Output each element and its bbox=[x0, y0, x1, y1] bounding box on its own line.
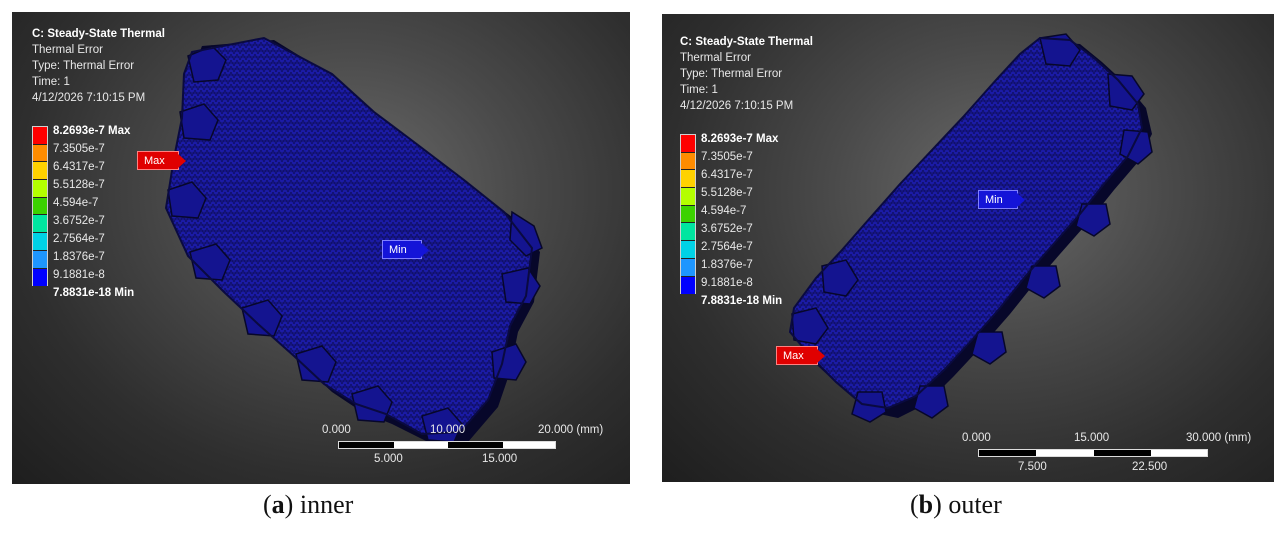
legend-label-max: 8.2693e-7 Max bbox=[53, 125, 131, 137]
legend-label: 3.6752e-7 bbox=[53, 215, 105, 227]
legend-swatch bbox=[681, 152, 695, 171]
legend-label: 2.7564e-7 bbox=[701, 241, 753, 253]
legend-swatch bbox=[681, 188, 695, 206]
legend-swatch bbox=[33, 197, 47, 216]
result-info-block: C: Steady-State Thermal Thermal Error Ty… bbox=[680, 34, 813, 114]
result-name: Thermal Error bbox=[32, 44, 103, 56]
legend-label: 4.594e-7 bbox=[53, 197, 99, 209]
legend-label: 9.1881e-8 bbox=[701, 277, 753, 289]
min-probe-label[interactable]: Min bbox=[978, 190, 1025, 209]
legend-label: 7.3505e-7 bbox=[701, 151, 753, 163]
legend-swatch bbox=[681, 241, 695, 259]
result-time: Time: 1 bbox=[32, 76, 70, 88]
caption-letter: b bbox=[918, 490, 934, 519]
scale-tick-label: 7.500 bbox=[1018, 461, 1047, 473]
legend-color-bar bbox=[32, 126, 48, 287]
legend-label: 7.3505e-7 bbox=[53, 143, 105, 155]
legend-label: 3.6752e-7 bbox=[701, 223, 753, 235]
result-time: Time: 1 bbox=[680, 84, 718, 96]
legend-swatch bbox=[33, 250, 47, 269]
scale-tick-label: 22.500 bbox=[1132, 461, 1168, 473]
legend-label: 2.7564e-7 bbox=[53, 233, 105, 245]
result-timestamp: 4/12/2026 7:10:15 PM bbox=[32, 92, 146, 104]
legend-swatch bbox=[681, 170, 695, 189]
legend-swatch bbox=[681, 258, 695, 277]
legend-swatch bbox=[681, 135, 695, 153]
analysis-title: C: Steady-State Thermal bbox=[680, 36, 813, 48]
scale-track bbox=[978, 449, 1208, 457]
legend-label-min: 7.8831e-18 Min bbox=[701, 295, 783, 307]
legend-swatch bbox=[33, 180, 47, 198]
legend-label: 9.1881e-8 bbox=[53, 269, 105, 281]
caption-text: inner bbox=[299, 490, 354, 519]
scale-tick-label: 10.000 bbox=[430, 424, 466, 436]
result-name: Thermal Error bbox=[680, 52, 751, 64]
legend-label-max: 8.2693e-7 Max bbox=[701, 133, 779, 145]
legend-swatch bbox=[33, 162, 47, 181]
caption-text: outer bbox=[948, 490, 1002, 519]
scale-tick-label: 30.000 (mm) bbox=[1186, 432, 1252, 444]
result-viewport-outer[interactable]: C: Steady-State Thermal Thermal Error Ty… bbox=[662, 14, 1274, 482]
figure-caption-b: (b) outer bbox=[910, 490, 1002, 519]
legend-swatch bbox=[681, 205, 695, 224]
legend-label: 1.8376e-7 bbox=[53, 251, 105, 263]
result-type: Type: Thermal Error bbox=[680, 68, 783, 80]
scale-track bbox=[338, 441, 556, 449]
legend-label-min: 7.8831e-18 Min bbox=[53, 287, 135, 299]
max-probe-label[interactable]: Max bbox=[776, 346, 825, 365]
legend-swatch bbox=[33, 233, 47, 251]
legend-label: 5.5128e-7 bbox=[701, 187, 753, 199]
legend-label: 1.8376e-7 bbox=[701, 259, 753, 271]
analysis-title: C: Steady-State Thermal bbox=[32, 28, 165, 40]
legend-color-bar bbox=[680, 134, 696, 295]
scale-tick-label: 20.000 (mm) bbox=[538, 424, 604, 436]
scale-tick-label: 5.000 bbox=[374, 453, 403, 465]
legend-swatch bbox=[681, 223, 695, 242]
result-type: Type: Thermal Error bbox=[32, 60, 135, 72]
legend-swatch bbox=[33, 268, 47, 287]
legend-swatch bbox=[33, 127, 47, 145]
legend-label: 4.594e-7 bbox=[701, 205, 747, 217]
legend-swatch bbox=[33, 144, 47, 163]
figure-caption-a: (a) inner bbox=[263, 490, 354, 519]
legend-swatch bbox=[33, 215, 47, 234]
scale-tick-label: 0.000 bbox=[962, 432, 991, 444]
max-probe-label[interactable]: Max bbox=[137, 151, 186, 170]
min-probe-label[interactable]: Min bbox=[382, 240, 429, 259]
legend-label: 6.4317e-7 bbox=[701, 169, 753, 181]
result-viewport-inner[interactable]: C: Steady-State Thermal Thermal Error Ty… bbox=[12, 12, 630, 484]
scale-tick-label: 15.000 bbox=[1074, 432, 1110, 444]
legend-swatch bbox=[681, 276, 695, 295]
caption-letter: a bbox=[271, 490, 285, 519]
legend-label: 6.4317e-7 bbox=[53, 161, 105, 173]
result-timestamp: 4/12/2026 7:10:15 PM bbox=[680, 100, 794, 112]
scale-tick-label: 15.000 bbox=[482, 453, 518, 465]
scale-tick-label: 0.000 bbox=[322, 424, 351, 436]
legend-label: 5.5128e-7 bbox=[53, 179, 105, 191]
result-info-block: C: Steady-State Thermal Thermal Error Ty… bbox=[32, 26, 165, 106]
